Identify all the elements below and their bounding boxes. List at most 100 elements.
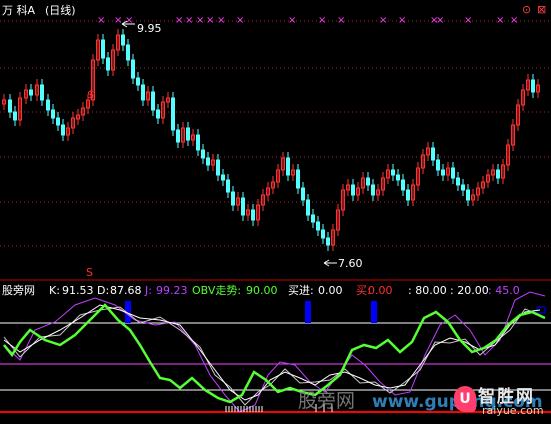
candle-body — [241, 197, 245, 216]
candle-body — [201, 149, 205, 159]
level-80-label: : 80.00 — [408, 284, 447, 297]
candle-body — [296, 169, 300, 189]
cross-marker: × — [464, 15, 472, 26]
obv-value: 90.00 — [246, 284, 278, 297]
cross-marker: × — [185, 15, 193, 26]
candle-body — [29, 89, 33, 96]
buy-signal-bar — [305, 301, 311, 323]
high-price-label: 9.95 — [137, 22, 162, 35]
main-grid — [0, 20, 551, 247]
buy-signal-bar — [371, 301, 377, 323]
watermark-site-name: 股旁网 — [298, 390, 356, 412]
candle-body — [206, 157, 210, 166]
candle-body — [311, 214, 315, 223]
candle-body — [306, 199, 310, 216]
site-logo: U 智胜网 raiyue.com — [452, 382, 546, 420]
logo-badge-icon: U — [454, 386, 476, 412]
candle-body — [156, 109, 160, 119]
cross-marker: × — [97, 15, 105, 26]
signal-marker-top: $ — [87, 88, 94, 101]
stock-name: 万 科A — [2, 3, 35, 17]
cross-marker: × — [196, 15, 204, 26]
candle-body — [436, 159, 440, 171]
restore-icon[interactable]: ⊙ — [522, 3, 531, 16]
candle-body — [321, 229, 325, 239]
close-icon[interactable]: ⊠ — [537, 3, 546, 16]
cross-marker: × — [318, 15, 326, 26]
cross-marker: × — [379, 15, 387, 26]
candle-body — [316, 221, 320, 231]
candle-body — [461, 184, 465, 191]
j-value: 99.23 — [156, 284, 188, 297]
candle-body — [106, 57, 110, 71]
k-value: 91.53 — [62, 284, 94, 297]
candle-body — [216, 159, 220, 176]
cross-marker: × — [114, 15, 122, 26]
candle-body — [196, 134, 200, 151]
candle-body — [46, 99, 50, 111]
d-label: D: — [97, 284, 109, 297]
candle-body — [151, 91, 155, 111]
logo-subtitle: raiyue.com — [482, 404, 544, 417]
low-annotation: 7.60 — [323, 257, 363, 270]
candle-body — [466, 189, 470, 201]
cross-marker: × — [236, 15, 244, 26]
candle-body — [326, 237, 330, 246]
candle-body — [226, 179, 230, 193]
indicator-legend: 股旁网 K: 91.53 D: 87.68 J: 99.23 OBV走势: 90… — [2, 283, 520, 297]
cross-marker: × — [288, 15, 296, 26]
cross-marker: × — [206, 15, 214, 26]
candle-body — [456, 177, 460, 186]
obv-label: OBV走势: — [192, 284, 241, 297]
candle-body — [121, 34, 125, 46]
candle-body — [56, 117, 60, 126]
candle-body — [221, 174, 225, 181]
buy-label: 买进: — [288, 284, 314, 297]
candle-body — [136, 77, 140, 86]
period-label: (日线) — [45, 3, 76, 17]
candle-body — [496, 169, 500, 179]
candle-body — [351, 184, 355, 196]
candlesticks — [2, 29, 540, 251]
low-price-label: 7.60 — [338, 257, 363, 270]
candle-body — [451, 167, 455, 179]
cross-marker: × — [337, 15, 345, 26]
level-45-label: : 45.0 — [488, 284, 520, 297]
candle-body — [176, 129, 180, 143]
candle-body — [101, 39, 105, 59]
cross-marker: × — [217, 15, 225, 26]
cross-marker: × — [175, 15, 183, 26]
candle-body — [13, 111, 17, 121]
candle-body — [231, 191, 235, 206]
candle-body — [301, 187, 305, 201]
stock-chart: 万 科A (日线) ⊙ ⊠ × × × × × × × × × × × × × × ×× × × × 9.95 7… — [0, 3, 551, 413]
level-20-label: : 20.00 — [450, 284, 489, 297]
candle-body — [61, 124, 65, 136]
candle-body — [8, 99, 12, 113]
cross-marker: × — [398, 15, 406, 26]
candle-body — [406, 189, 410, 201]
d-value: 87.68 — [110, 284, 142, 297]
candle-body — [401, 179, 405, 191]
j-label: J: — [144, 284, 152, 297]
candle-body — [391, 169, 395, 176]
candle-body — [396, 174, 400, 181]
signal-marker-bottom: S — [86, 266, 93, 279]
buy-value: 0.00 — [318, 284, 343, 297]
candle-body — [171, 97, 175, 131]
k-label: K: — [49, 284, 60, 297]
candle-body — [286, 157, 290, 176]
candle-body — [141, 84, 145, 101]
candle-body — [371, 184, 375, 196]
cross-marker: × — [436, 15, 444, 26]
candle-body — [366, 177, 370, 186]
candle-body — [431, 147, 435, 161]
candle-body — [251, 209, 255, 221]
candle-body — [131, 59, 135, 79]
cross-marker: × — [510, 15, 518, 26]
candle-body — [40, 84, 44, 101]
candle-body — [51, 109, 55, 119]
candle-body — [126, 44, 130, 61]
candle-body — [441, 169, 445, 176]
candle-body — [531, 79, 535, 93]
